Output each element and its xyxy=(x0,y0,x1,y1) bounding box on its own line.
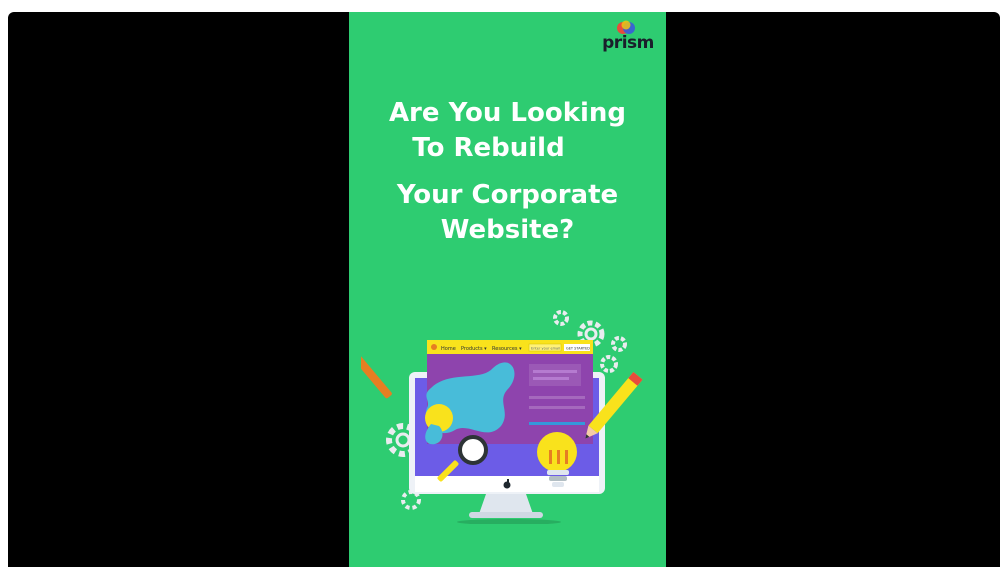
website-rebuild-illustration: Home Products ▾ Resources ▾ Enter your e… xyxy=(361,310,643,524)
headline-line-4: Website? xyxy=(440,215,575,245)
site-nav-home: Home xyxy=(441,346,456,352)
site-nav-resources: Resources ▾ xyxy=(492,346,522,352)
logo-text: prism xyxy=(602,33,654,53)
headline: Are You Looking To Rebuild Your Corporat… xyxy=(349,96,666,248)
story-slide: prism Are You Looking To Rebuild Your Co… xyxy=(349,12,666,567)
site-nav-products: Products ▾ xyxy=(461,346,487,352)
gear-icon xyxy=(401,490,421,510)
prism-logo: prism xyxy=(602,20,654,54)
headline-line-3: Your Corporate xyxy=(396,180,619,210)
site-search: Enter your email xyxy=(531,347,560,351)
headline-line-1: Are You Looking xyxy=(388,98,627,128)
headline-line-2: To Rebuild xyxy=(412,133,565,163)
site-cta: GET STARTED xyxy=(566,347,590,351)
video-player[interactable]: prism Are You Looking To Rebuild Your Co… xyxy=(8,12,1000,567)
